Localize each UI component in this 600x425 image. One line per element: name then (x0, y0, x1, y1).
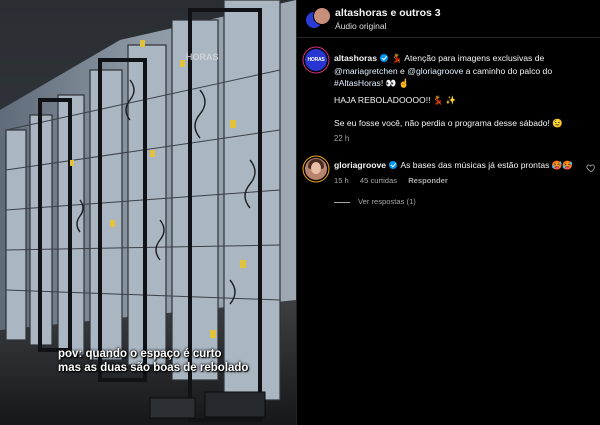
caption-emoji: 😉 (552, 118, 563, 128)
replies-line (334, 201, 350, 203)
caption-line-2: mas as duas são boas de rebolado (58, 362, 249, 374)
caption-text: a caminho do palco do (465, 65, 553, 76)
reply-button[interactable]: Responder (408, 176, 448, 185)
caption-intro: Atenção para imagens exclusivas de (404, 53, 545, 63)
mention-link[interactable]: @mariagretchen (334, 66, 398, 76)
view-replies-button[interactable]: Ver respostas (1) (334, 197, 416, 206)
comment-emoji: 🥵🥵 (551, 160, 573, 170)
collab-avatars[interactable] (305, 7, 331, 31)
post-timestamp[interactable]: 22 h (334, 134, 349, 143)
comment-time[interactable]: 15 h (334, 176, 349, 185)
comment-likes[interactable]: 45 curtidas (360, 176, 397, 185)
post-author-avatar[interactable]: HORAS (305, 49, 327, 71)
caption-text: e (400, 65, 405, 76)
avatar[interactable] (313, 7, 331, 25)
view-replies-label: Ver respostas (1) (358, 197, 416, 206)
caption-emoji: 💃 ✨ (432, 95, 457, 105)
commenter-avatar[interactable] (305, 158, 327, 180)
comment-meta: 15 h 45 curtidas Responder (334, 176, 457, 185)
app-root: HORAS pov: quando o espaço é curto mas a… (0, 0, 600, 425)
video-caption: pov: quando o espaço é curto mas as duas… (58, 347, 294, 375)
caption-emoji: 👀 ☝️ (385, 78, 410, 88)
heart-icon[interactable] (586, 163, 596, 173)
caption-text: Se eu fosse você, não perdia o programa … (334, 118, 550, 128)
post-username[interactable]: altashoras (334, 53, 377, 63)
verified-badge-icon (389, 161, 398, 169)
avatar-logo: HORAS (307, 57, 325, 63)
post-header: altashoras e outros 3 Áudio original (296, 0, 600, 37)
comment-body: As bases das músicas já estão prontas (400, 160, 550, 170)
video-player[interactable]: HORAS pov: quando o espaço é curto mas a… (0, 0, 296, 425)
header-divider (296, 37, 600, 38)
verified-badge-icon (380, 54, 389, 62)
hashtag-link[interactable]: #AltasHoras (334, 78, 381, 88)
panel-divider (296, 0, 297, 425)
mention-link[interactable]: @gloriagroove (407, 66, 463, 76)
caption-line-haja: HAJA REBOLADOOOO!! 💃 ✨ (334, 95, 456, 106)
header-title[interactable]: altashoras e outros 3 (335, 7, 441, 19)
caption-line-sabado: Se eu fosse você, não perdia o programa … (334, 118, 563, 129)
audio-link[interactable]: Áudio original (335, 21, 387, 31)
post-caption: altashoras 💃 Atenção para imagens exclus… (334, 53, 553, 88)
video-watermark: HORAS (186, 52, 219, 62)
comments-panel: altashoras e outros 3 Áudio original HOR… (296, 0, 600, 425)
caption-line-1: pov: quando o espaço é curto (58, 348, 222, 360)
comment-text: gloriagroove As bases das músicas já est… (334, 160, 573, 171)
comment-username[interactable]: gloriagroove (334, 160, 386, 170)
caption-text: HAJA REBOLADOOOO!! (334, 95, 431, 105)
